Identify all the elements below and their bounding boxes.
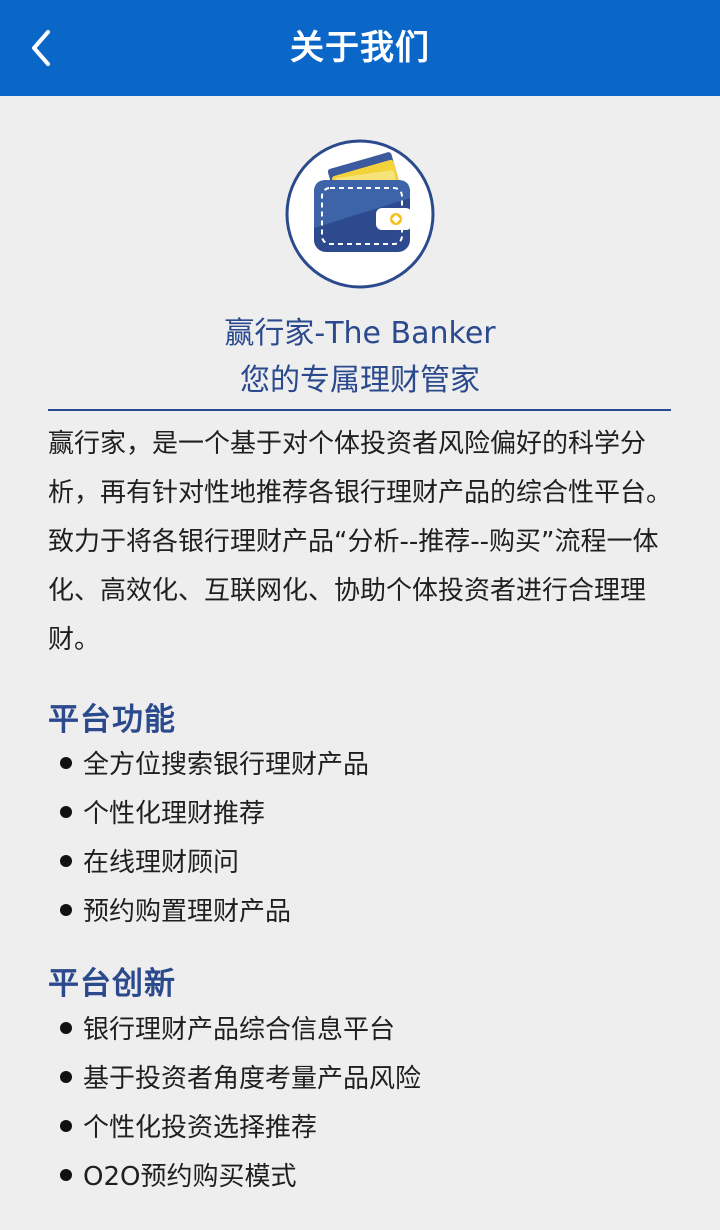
bullet-icon: [60, 1070, 72, 1083]
brand-slogan: 您的专属理财管家: [240, 363, 480, 398]
logo: [284, 138, 436, 290]
list-item: 在线理财顾问: [60, 839, 369, 888]
features-list: 全方位搜索银行理财产品 个性化理财推荐 在线理财顾问 预约购置理财产品: [60, 741, 369, 937]
list-item-label: 个性化理财推荐: [83, 799, 266, 829]
intro-paragraph: 赢行家，是一个基于对个体投资者风险偏好的科学分 析，再有针对性地推荐各银行理财产…: [48, 420, 688, 665]
list-item-label: 银行理财产品综合信息平台: [83, 1015, 396, 1045]
list-item: 个性化理财推荐: [60, 790, 369, 839]
list-item: 个性化投资选择推荐: [60, 1104, 421, 1153]
bullet-icon: [60, 1168, 72, 1181]
list-item-label: 个性化投资选择推荐: [83, 1113, 318, 1143]
bullet-icon: [60, 1119, 72, 1132]
divider: [48, 409, 671, 411]
features-heading: 平台功能: [48, 702, 176, 738]
intro-line: 赢行家，是一个基于对个体投资者风险偏好的科学分: [48, 429, 647, 459]
top-app-bar: 关于我们: [0, 0, 720, 96]
intro-line: 财。: [48, 625, 101, 655]
list-item: 全方位搜索银行理财产品: [60, 741, 369, 790]
brand-name: 赢行家-The Banker: [224, 316, 496, 351]
list-item: O2O预约购买模式: [60, 1153, 421, 1202]
list-item: 预约购置理财产品: [60, 888, 369, 937]
innovation-heading: 平台创新: [48, 966, 176, 1002]
bullet-icon: [60, 1021, 72, 1034]
list-item-label: 全方位搜索银行理财产品: [83, 750, 370, 780]
intro-line: 致力于将各银行理财产品“分析--推荐--购买”流程一体: [48, 527, 659, 557]
bullet-icon: [60, 854, 72, 867]
bullet-icon: [60, 805, 72, 818]
wallet-icon: [285, 139, 435, 289]
innovation-list: 银行理财产品综合信息平台 基于投资者角度考量产品风险 个性化投资选择推荐 O2O…: [60, 1006, 421, 1202]
intro-line: 化、高效化、互联网化、协助个体投资者进行合理理: [48, 576, 647, 606]
page-title: 关于我们: [290, 28, 430, 68]
list-item: 银行理财产品综合信息平台: [60, 1006, 421, 1055]
list-item: 基于投资者角度考量产品风险: [60, 1055, 421, 1104]
list-item-label: 基于投资者角度考量产品风险: [83, 1064, 422, 1094]
list-item-label: 预约购置理财产品: [83, 897, 292, 927]
bullet-icon: [60, 903, 72, 916]
list-item-label: 在线理财顾问: [83, 848, 240, 878]
bullet-icon: [60, 756, 72, 769]
list-item-label: O2O预约购买模式: [83, 1162, 297, 1192]
intro-line: 析，再有针对性地推荐各银行理财产品的综合性平台。: [48, 478, 673, 508]
